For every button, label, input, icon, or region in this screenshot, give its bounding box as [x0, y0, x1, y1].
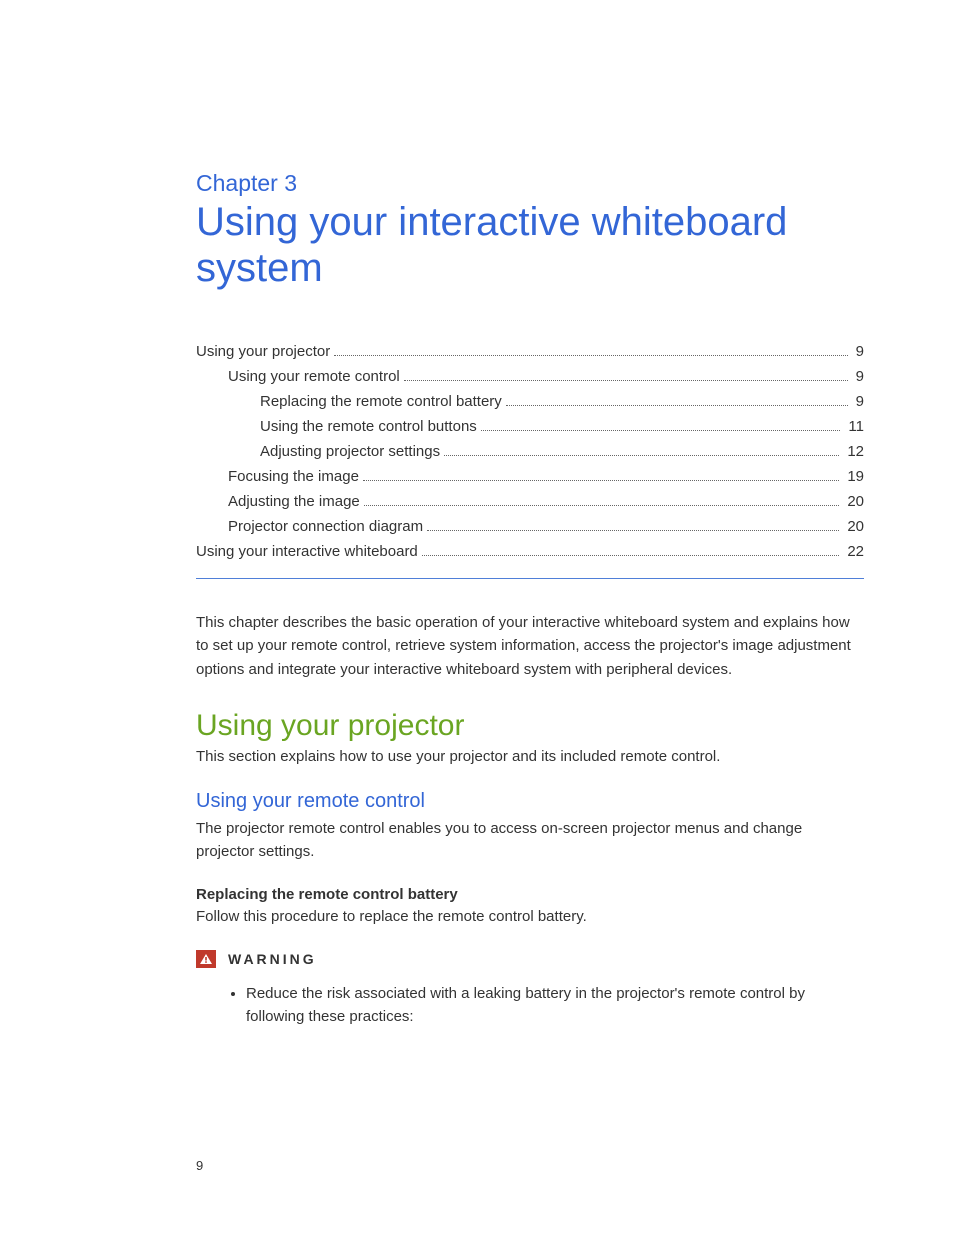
toc-row: Focusing the image 19	[196, 468, 864, 485]
table-of-contents: Using your projector9Using your remote c…	[196, 343, 864, 560]
toc-leader	[404, 368, 848, 381]
toc-entry-text[interactable]: Using your remote control	[228, 368, 400, 385]
toc-row: Using your projector 9	[196, 343, 864, 360]
toc-entry-text[interactable]: Adjusting projector settings	[260, 443, 440, 460]
section-heading-projector: Using your projector	[196, 709, 864, 743]
toc-entry-text[interactable]: Using your projector	[196, 343, 330, 360]
warning-label: WARNING	[228, 951, 317, 967]
toc-leader	[427, 518, 839, 531]
toc-leader	[334, 343, 847, 356]
toc-entry-page: 20	[843, 493, 864, 510]
toc-row: Replacing the remote control battery 9	[196, 393, 864, 410]
intro-paragraph: This chapter describes the basic operati…	[196, 611, 864, 681]
chapter-title: Using your interactive whiteboard system	[196, 199, 864, 291]
toc-row: Adjusting the image 20	[196, 493, 864, 510]
toc-leader	[481, 418, 841, 431]
page-number: 9	[196, 1158, 203, 1173]
toc-entry-text[interactable]: Focusing the image	[228, 468, 359, 485]
toc-entry-page: 11	[844, 418, 864, 435]
toc-entry-page: 19	[843, 468, 864, 485]
toc-entry-text[interactable]: Using your interactive whiteboard	[196, 543, 418, 560]
toc-row: Adjusting projector settings 12	[196, 443, 864, 460]
toc-entry-page: 9	[852, 368, 864, 385]
toc-divider	[196, 578, 864, 579]
toc-leader	[506, 393, 848, 406]
section-text-projector: This section explains how to use your pr…	[196, 745, 864, 768]
warning-block: WARNING Reduce the risk associated with …	[196, 950, 864, 1029]
chapter-label: Chapter 3	[196, 170, 864, 197]
warning-bullet: Reduce the risk associated with a leakin…	[246, 982, 864, 1029]
subsection-heading-remote: Using your remote control	[196, 790, 864, 813]
toc-row: Using your remote control 9	[196, 368, 864, 385]
toc-leader	[444, 443, 839, 456]
toc-entry-page: 22	[843, 543, 864, 560]
subsection-text-remote: The projector remote control enables you…	[196, 817, 864, 864]
toc-entry-page: 20	[843, 518, 864, 535]
warning-list: Reduce the risk associated with a leakin…	[196, 982, 864, 1029]
warning-header: WARNING	[196, 950, 864, 968]
toc-row: Using your interactive whiteboard 22	[196, 543, 864, 560]
document-page: Chapter 3 Using your interactive whitebo…	[0, 0, 954, 1235]
toc-leader	[364, 493, 840, 506]
toc-entry-page: 12	[843, 443, 864, 460]
toc-leader	[422, 543, 840, 556]
subsubsection-heading-battery: Replacing the remote control battery	[196, 886, 864, 903]
subsubsection-text-battery: Follow this procedure to replace the rem…	[196, 905, 864, 928]
toc-entry-text[interactable]: Adjusting the image	[228, 493, 360, 510]
toc-row: Projector connection diagram 20	[196, 518, 864, 535]
toc-entry-page: 9	[852, 393, 864, 410]
toc-entry-page: 9	[852, 343, 864, 360]
toc-entry-text[interactable]: Replacing the remote control battery	[260, 393, 502, 410]
toc-leader	[363, 468, 839, 481]
warning-triangle-icon	[196, 950, 216, 968]
toc-entry-text[interactable]: Projector connection diagram	[228, 518, 423, 535]
toc-entry-text[interactable]: Using the remote control buttons	[260, 418, 477, 435]
toc-row: Using the remote control buttons 11	[196, 418, 864, 435]
